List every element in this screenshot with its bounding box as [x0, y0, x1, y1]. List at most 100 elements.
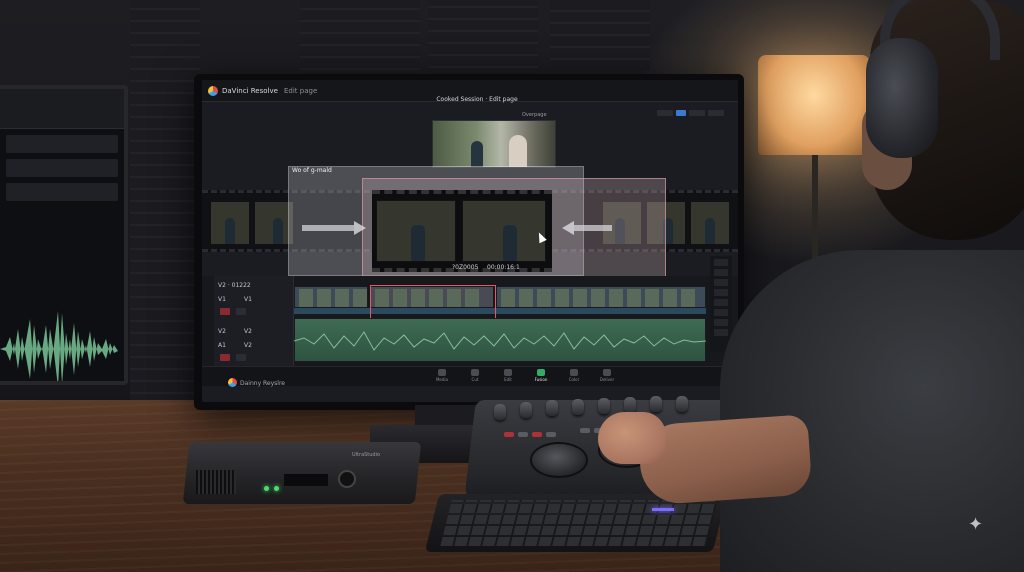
arrow-right-icon — [302, 221, 366, 235]
deliver-icon — [603, 369, 611, 376]
app-name: DaVinci Resolve — [222, 87, 278, 95]
mute-toggle[interactable] — [236, 354, 246, 361]
page-label: Edit page — [284, 87, 318, 95]
source-viewer[interactable] — [432, 120, 556, 168]
panel-knob — [546, 400, 558, 416]
acoustic-panel — [550, 0, 650, 70]
panel-button — [532, 432, 542, 437]
panel-button — [580, 428, 590, 433]
panel-knob — [520, 402, 532, 418]
resolve-logo-icon — [208, 86, 218, 96]
track-header-label: V2 · 01222 — [218, 282, 251, 289]
toolbar-button[interactable] — [657, 110, 673, 116]
footer-brand: Dainny Reyslre — [240, 380, 285, 387]
panel-knob — [676, 396, 688, 412]
headphones-icon — [866, 38, 938, 158]
page-tab-media[interactable]: Media — [427, 366, 457, 386]
toolbar-button[interactable] — [689, 110, 705, 116]
page-tab-label: Fusion — [534, 377, 548, 382]
panel-knob — [624, 397, 636, 413]
clip-name-bar — [294, 308, 706, 314]
page-tab-label: Color — [568, 377, 580, 382]
secondary-monitor-row — [6, 135, 118, 153]
color-icon — [570, 369, 578, 376]
timecode-start: ?0Z0005 — [452, 264, 479, 271]
track-name: V1 — [218, 296, 226, 303]
record-toggle[interactable] — [220, 308, 230, 315]
viewer-frame — [433, 121, 555, 167]
track-meters — [710, 256, 732, 352]
selected-clip-outline — [370, 285, 496, 319]
acoustic-panel — [130, 0, 200, 440]
track-sub: V2 — [244, 328, 252, 335]
page-tab-color[interactable]: Color — [559, 366, 589, 386]
cut-icon — [471, 369, 479, 376]
panel-knob — [598, 398, 610, 414]
acoustic-panel — [300, 0, 420, 80]
viewer-label: Overpage — [522, 112, 547, 118]
track-name: A1 — [218, 342, 226, 349]
track-sub: V1 — [244, 296, 252, 303]
panel-knob — [572, 399, 584, 415]
toolbar-button[interactable] — [708, 110, 724, 116]
video-track[interactable] — [294, 286, 706, 308]
panel-button — [518, 432, 528, 437]
trackball — [530, 442, 588, 478]
device-display — [284, 474, 328, 486]
track-sub: V2 — [244, 342, 252, 349]
device-knob — [338, 470, 356, 488]
track-headers: V2 · 01222 V1 V1 V2 V2 A1 V2 — [214, 276, 294, 372]
panel-knob — [650, 396, 662, 412]
studio-scene: DaVinci Resolve Edit page Cooked Session… — [0, 0, 1024, 572]
dialog-title: Wo of g-mald — [292, 167, 332, 174]
secondary-monitor-row — [6, 183, 118, 201]
audio-track-waveform — [294, 331, 706, 351]
frame-figure — [273, 218, 283, 244]
resolve-logo-icon — [228, 378, 237, 387]
keyboard-backlight — [652, 508, 674, 511]
edit-icon — [504, 369, 512, 376]
panel-button — [504, 432, 514, 437]
timecode-end: 00:00:16:1 — [487, 264, 520, 271]
media-icon — [438, 369, 446, 376]
project-title: Cooked Session · Edit page — [436, 96, 518, 103]
track-name: V2 — [218, 328, 226, 335]
page-tab-edit[interactable]: Edit — [493, 366, 523, 386]
toolbar-button-active[interactable] — [676, 110, 686, 116]
status-led — [274, 486, 279, 491]
viewer-figure — [471, 141, 483, 167]
page-tab-cut[interactable]: Cut — [460, 366, 490, 386]
frame-figure — [411, 225, 425, 261]
panel-knob — [494, 404, 506, 420]
lock-toggle[interactable] — [236, 308, 246, 315]
solo-toggle[interactable] — [220, 354, 230, 361]
page-tab-label: Deliver — [599, 377, 615, 382]
frame-figure — [503, 225, 517, 261]
audio-waveform — [0, 311, 124, 381]
video-clip[interactable] — [496, 286, 706, 308]
preview-filmstrip — [372, 190, 552, 272]
sparkle-icon: ✦ — [968, 514, 984, 535]
frame-figure — [225, 218, 235, 244]
page-tab-fusion[interactable]: Fusion — [526, 366, 556, 386]
title-bar: DaVinci Resolve Edit page Cooked Session… — [202, 80, 738, 103]
keyboard-keys — [440, 500, 718, 546]
viewer-figure — [509, 135, 527, 167]
fusion-icon — [537, 369, 545, 376]
preview-frame — [376, 200, 456, 262]
arrow-left-icon — [562, 221, 612, 235]
film-frame[interactable] — [210, 201, 250, 245]
page-tab-deliver[interactable]: Deliver — [592, 366, 622, 386]
page-tab-label: Edit — [504, 377, 512, 382]
panel-button — [546, 432, 556, 437]
resolve-screen: DaVinci Resolve Edit page Cooked Session… — [202, 80, 738, 402]
editor-hand — [598, 412, 666, 464]
film-frame[interactable] — [690, 201, 730, 245]
video-clip[interactable] — [294, 286, 368, 308]
secondary-monitor — [0, 85, 128, 385]
secondary-monitor-row — [6, 159, 118, 177]
page-tab-label: Cut — [471, 377, 479, 382]
frame-figure — [705, 218, 715, 244]
floor-lamp — [758, 55, 870, 155]
secondary-monitor-header — [0, 89, 124, 129]
